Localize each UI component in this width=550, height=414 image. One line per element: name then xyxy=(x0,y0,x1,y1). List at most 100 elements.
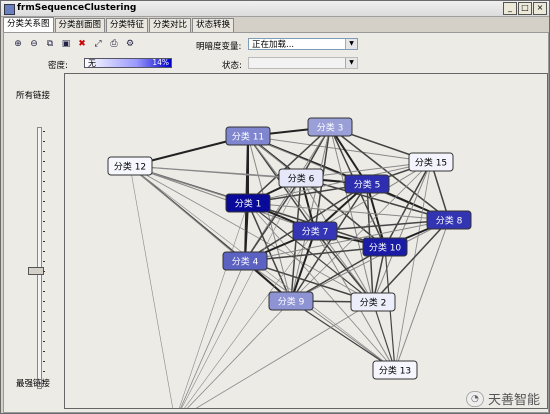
node-label: 分类 12 xyxy=(114,161,146,173)
node-label: 分类 3 xyxy=(317,122,344,134)
slider-tick xyxy=(43,161,45,162)
zoom-in-icon[interactable]: ⊕ xyxy=(12,38,24,50)
tab-cluster-profiles[interactable]: 分类剖面图 xyxy=(54,18,106,32)
node-n8[interactable]: 分类 8 xyxy=(426,210,472,230)
edge-n3-n8 xyxy=(329,126,450,221)
slider-tick xyxy=(43,301,45,302)
edge-n8-n2 xyxy=(372,219,450,303)
node-n1[interactable]: 分类 1 xyxy=(225,193,271,213)
slider-tick xyxy=(43,341,45,342)
node-n5[interactable]: 分类 5 xyxy=(344,174,390,194)
slider-tick xyxy=(43,251,45,252)
node-label: 分类 8 xyxy=(436,215,463,227)
slider-bottom-label: 最强链接 xyxy=(16,379,51,389)
slider-tick xyxy=(43,281,45,282)
node-n4[interactable]: 分类 4 xyxy=(222,251,268,271)
minimize-button[interactable]: _ xyxy=(503,2,517,15)
density-max-label: 14% xyxy=(152,58,169,67)
state-label: 状态: xyxy=(222,61,242,71)
slider-tick xyxy=(43,201,45,202)
shading-variable-label: 明暗度变量: xyxy=(196,42,242,52)
node-label: 分类 4 xyxy=(232,256,259,268)
slider-tick xyxy=(43,311,45,312)
watermark: ◔ 天善智能 xyxy=(465,389,540,408)
title-bar[interactable]: frmSequenceClustering _ □ × xyxy=(1,1,549,17)
node-label: 分类 7 xyxy=(302,226,329,238)
fit-icon[interactable]: ✖ xyxy=(76,38,88,50)
cluster-network-svg: 分类 11 分类 3 分类 12 分类 6 分类 5 分类 15 分类 1 分类 7 分类 8 分… xyxy=(107,117,472,408)
cluster-diagram-canvas[interactable]: 分类 11 分类 3 分类 12 分类 6 分类 5 分类 15 分类 1 分类 7 分类 8 分… xyxy=(64,73,548,409)
copy-image-icon[interactable]: ▣ xyxy=(60,38,72,50)
edge-n9-n14 xyxy=(187,300,292,408)
node-n7[interactable]: 分类 7 xyxy=(292,221,338,241)
chevron-down-icon[interactable]: ▼ xyxy=(345,39,357,49)
density-min-label: 无 xyxy=(88,59,96,68)
app-icon xyxy=(4,4,15,15)
node-label: 分类 13 xyxy=(379,365,411,377)
close-button[interactable]: × xyxy=(533,2,547,15)
edge-n2-n14 xyxy=(195,301,374,408)
toolbar: ⊕ ⊖ ⧉ ▣ ✖ ⤢ ⎙ ⚙ xyxy=(12,38,136,50)
slider-tick xyxy=(43,211,45,212)
slider-tick xyxy=(43,321,45,322)
node-label: 分类 1 xyxy=(235,198,262,210)
node-label: 分类 10 xyxy=(369,242,402,254)
edge-n15-n13 xyxy=(394,161,432,371)
edge-n4-n14 xyxy=(180,260,246,408)
node-label: 分类 5 xyxy=(354,179,381,191)
node-n13[interactable]: 分类 13 xyxy=(372,360,418,380)
node-label: 分类 9 xyxy=(278,296,305,308)
edge-n4-n13 xyxy=(244,260,396,371)
slider-tick xyxy=(43,291,45,292)
window-title: frmSequenceClustering xyxy=(17,3,137,13)
slider-tick xyxy=(43,241,45,242)
node-n11[interactable]: 分类 11 xyxy=(225,126,271,146)
slider-tick xyxy=(43,151,45,152)
link-strength-slider-thumb[interactable] xyxy=(28,267,44,275)
print-icon[interactable]: ⎙ xyxy=(108,38,120,50)
wechat-icon: ◔ xyxy=(465,390,484,407)
chevron-down-icon[interactable]: ▼ xyxy=(345,58,357,68)
slider-tick xyxy=(43,331,45,332)
watermark-text: 天善智能 xyxy=(487,393,540,408)
zoom-fit-icon[interactable]: ⤢ xyxy=(92,38,104,50)
node-label: 分类 2 xyxy=(360,297,387,309)
application-window: frmSequenceClustering _ □ × 分类关系图 分类剖面图 … xyxy=(0,0,550,414)
link-strength-slider-track[interactable] xyxy=(37,127,42,389)
node-n12[interactable]: 分类 12 xyxy=(107,156,153,176)
node-layer: 分类 11 分类 3 分类 12 分类 6 分类 5 分类 15 分类 1 分类 7 分类 8 分… xyxy=(107,117,472,380)
slider-tick xyxy=(43,371,45,372)
layout-icon[interactable]: ⚙ xyxy=(124,38,136,50)
node-n10[interactable]: 分类 10 xyxy=(362,237,408,257)
shading-variable-select[interactable]: 正在加载... ▼ xyxy=(248,38,358,50)
density-bar: 无 14% xyxy=(84,58,172,68)
slider-tick xyxy=(43,131,45,132)
node-label: 分类 6 xyxy=(288,173,315,185)
shading-variable-value: 正在加载... xyxy=(252,40,295,50)
maximize-button[interactable]: □ xyxy=(518,2,532,15)
zoom-out-icon[interactable]: ⊖ xyxy=(28,38,40,50)
link-strength-slider-area: 所有链接 最强链接 xyxy=(8,73,60,407)
slider-tick xyxy=(43,181,45,182)
tab-cluster-characteristics[interactable]: 分类特征 xyxy=(106,18,149,32)
node-n6[interactable]: 分类 6 xyxy=(278,168,324,188)
state-select[interactable]: ▼ xyxy=(248,57,358,69)
slider-tick xyxy=(43,231,45,232)
tab-cluster-diagram[interactable]: 分类关系图 xyxy=(3,17,54,32)
tab-cluster-discrimination[interactable]: 分类对比 xyxy=(149,18,192,32)
tab-strip: 分类关系图 分类剖面图 分类特征 分类对比 状态转换 xyxy=(3,17,235,32)
slider-tick xyxy=(43,191,45,192)
slider-tick xyxy=(43,171,45,172)
slider-tick xyxy=(43,351,45,352)
slider-top-label: 所有链接 xyxy=(16,91,51,101)
node-label: 分类 11 xyxy=(232,131,264,143)
node-n9[interactable]: 分类 9 xyxy=(268,291,314,311)
tab-state-transitions[interactable]: 状态转换 xyxy=(192,18,235,32)
node-n15[interactable]: 分类 15 xyxy=(408,152,454,172)
slider-tick xyxy=(43,221,45,222)
copy-icon[interactable]: ⧉ xyxy=(44,38,56,50)
density-label: 密度: xyxy=(48,61,68,71)
node-n3[interactable]: 分类 3 xyxy=(307,117,353,137)
tab-panel: ⊕ ⊖ ⧉ ▣ ✖ ⤢ ⎙ ⚙ 明暗度变量: 正在加载... ▼ 密度: 无 1… xyxy=(3,32,549,413)
node-n2[interactable]: 分类 2 xyxy=(350,292,396,312)
